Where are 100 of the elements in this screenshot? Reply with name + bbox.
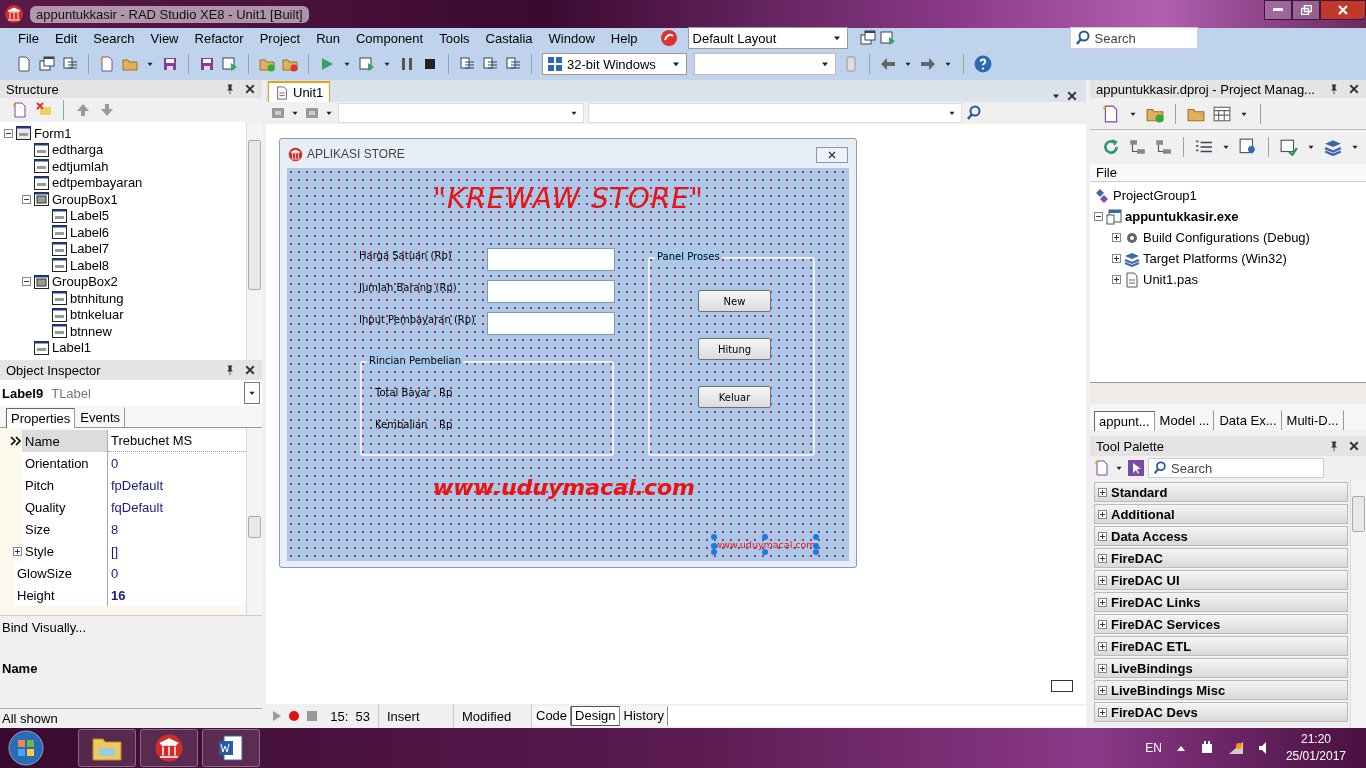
expand-toggle[interactable]	[1098, 531, 1107, 541]
list-icon[interactable]	[62, 56, 78, 72]
windows-icon[interactable]	[39, 56, 55, 72]
tree-item[interactable]: Label5	[70, 208, 110, 224]
tab[interactable]: Multi-D...	[1281, 410, 1344, 430]
search-icon[interactable]	[966, 105, 982, 121]
category-header[interactable]: Standard	[1094, 482, 1348, 502]
people-icon[interactable]	[1239, 138, 1257, 156]
pointer-icon[interactable]	[1128, 460, 1144, 476]
menu-item[interactable]: Tools	[431, 30, 478, 46]
tree-item[interactable]: Label8	[70, 257, 110, 273]
property-value[interactable]: fpDefault	[108, 474, 246, 496]
view-tab[interactable]: Design	[571, 706, 620, 726]
power-plug-icon[interactable]	[1199, 740, 1214, 756]
expand-toggle[interactable]	[1098, 597, 1107, 607]
list-icon[interactable]	[505, 56, 521, 72]
menu-item[interactable]: Refactor	[186, 30, 252, 46]
category-header[interactable]: LiveBindings Misc	[1094, 680, 1348, 700]
close-button[interactable]	[816, 147, 848, 163]
back-arrow-icon[interactable]	[880, 56, 896, 72]
search-field[interactable]: Search	[1069, 27, 1198, 49]
menu-item[interactable]: View	[142, 30, 187, 46]
tree-item[interactable]: GroupBox1	[52, 191, 118, 207]
collapse-toggle[interactable]	[22, 277, 31, 287]
tab[interactable]: Properties	[6, 408, 76, 428]
tab[interactable]: Events	[75, 407, 125, 427]
menu-item[interactable]: Project	[251, 30, 309, 46]
input-field[interactable]	[487, 248, 615, 271]
tab[interactable]: Data Ex...	[1214, 410, 1282, 430]
property-name[interactable]: Name	[22, 430, 108, 452]
category-header[interactable]: FireDAC Links	[1094, 592, 1348, 612]
category-header[interactable]: Data Access	[1094, 526, 1348, 546]
close-icon[interactable]	[1348, 440, 1360, 452]
property-name[interactable]: GlowSize	[14, 562, 108, 584]
expand-toggle[interactable]	[1098, 487, 1107, 497]
input-field[interactable]	[487, 312, 615, 335]
property-value[interactable]: 0	[108, 452, 246, 474]
close-icon[interactable]	[244, 364, 256, 376]
bind-visually-link[interactable]: Bind Visually...	[0, 616, 89, 639]
tree-item[interactable]: ProjectGroup1	[1113, 188, 1197, 203]
expand-toggle[interactable]	[1098, 575, 1107, 585]
grid-icon[interactable]	[1213, 104, 1231, 123]
form-button[interactable]: Hitung	[698, 338, 771, 360]
list-icon[interactable]	[459, 56, 475, 72]
expand-toggle[interactable]	[1112, 275, 1121, 284]
property-value[interactable]: 16	[108, 584, 246, 606]
layers-icon[interactable]	[1324, 138, 1342, 156]
expand-toggle[interactable]	[1094, 212, 1103, 221]
close-icon[interactable]	[244, 83, 256, 95]
property-value[interactable]: 8	[108, 518, 246, 540]
taskbar-button[interactable]	[140, 729, 198, 767]
search-field[interactable]: Search	[1148, 458, 1324, 478]
platform-dropdown[interactable]: 32-bit Windows	[542, 53, 687, 75]
restore-button[interactable]	[1292, 0, 1320, 20]
tree-item[interactable]: appuntukkasir.exe	[1125, 209, 1239, 224]
folder-remove-icon[interactable]	[282, 56, 298, 72]
property-value[interactable]: fqDefault	[108, 496, 246, 518]
new-page-icon[interactable]	[16, 56, 32, 72]
form-button[interactable]: New	[698, 290, 771, 312]
tree-item[interactable]: edtharga	[52, 142, 104, 158]
tree-item[interactable]: Label6	[70, 224, 110, 240]
menu-item[interactable]: Castalia	[477, 30, 541, 46]
expand-toggle[interactable]	[1098, 553, 1107, 563]
taskbar-button[interactable]	[78, 729, 136, 767]
tree-item[interactable]: btnhitung	[70, 290, 124, 306]
tree-item[interactable]: Build Configurations (Debug)	[1143, 230, 1310, 245]
new-item-icon[interactable]	[99, 56, 115, 72]
clock[interactable]: 21:20 25/01/2017	[1285, 731, 1346, 765]
scrollbar[interactable]	[246, 122, 262, 360]
minimize-button[interactable]	[1264, 0, 1292, 20]
scrollbar[interactable]	[246, 428, 262, 615]
close-icon[interactable]	[1066, 90, 1078, 102]
property-value[interactable]: Trebuchet MS	[108, 430, 246, 452]
property-value[interactable]: []	[108, 540, 246, 562]
menu-item[interactable]: File	[10, 30, 47, 46]
category-header[interactable]: FireDAC Services	[1094, 614, 1348, 634]
start-button[interactable]	[6, 728, 46, 768]
window-run-icon[interactable]	[222, 56, 238, 72]
refresh-icon[interactable]	[1102, 138, 1120, 156]
menu-item[interactable]: Search	[85, 30, 143, 46]
expand-toggle[interactable]	[13, 546, 22, 556]
tree-item[interactable]: Target Platforms (Win32)	[1143, 251, 1287, 266]
expand-toggle[interactable]	[1098, 641, 1107, 651]
category-header[interactable]: FireDAC UI	[1094, 570, 1348, 590]
taskbar-button[interactable]	[202, 729, 260, 767]
category-header[interactable]: Additional	[1094, 504, 1348, 524]
collapse-toggle[interactable]	[4, 128, 13, 138]
tree-item[interactable]: edtjumlah	[52, 158, 109, 174]
close-button[interactable]	[1320, 0, 1366, 20]
new-item-icon[interactable]	[12, 102, 28, 118]
forward-arrow-icon[interactable]	[920, 56, 936, 72]
expand-toggle[interactable]	[1098, 509, 1107, 519]
record-icon[interactable]	[288, 710, 300, 722]
property-name[interactable]: Orientation	[22, 452, 108, 474]
menu-item[interactable]: Run	[308, 30, 348, 46]
property-name[interactable]: Style	[22, 540, 108, 562]
network-icon[interactable]	[1227, 741, 1244, 755]
tree-icon[interactable]	[1154, 138, 1172, 156]
new-item-icon[interactable]	[1102, 104, 1120, 123]
help-icon[interactable]	[974, 55, 992, 73]
